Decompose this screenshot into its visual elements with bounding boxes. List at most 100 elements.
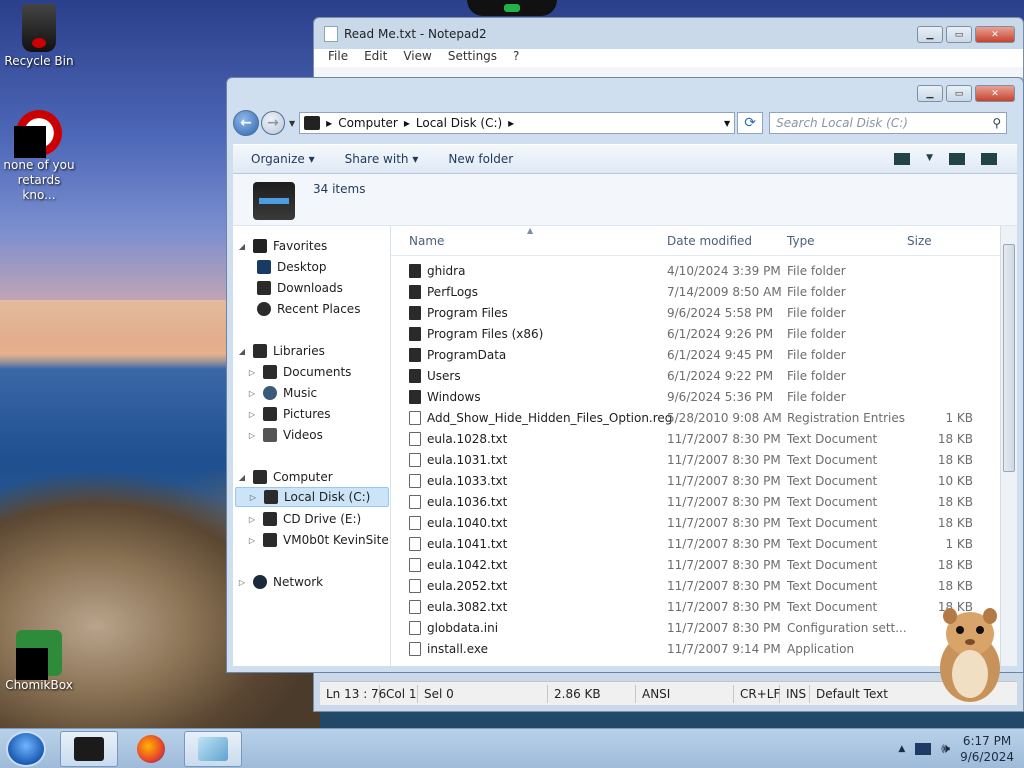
minimize-button[interactable]: ▁: [917, 85, 943, 102]
file-type: File folder: [787, 305, 846, 320]
file-row[interactable]: eula.1031.txt 11/7/2007 8:30 PM Text Docum…: [391, 449, 997, 470]
close-button[interactable]: ✕: [975, 85, 1015, 102]
expand-arrow-icon[interactable]: ▷: [247, 389, 257, 398]
search-icon[interactable]: ⚲: [992, 116, 1001, 130]
nav-cd-drive[interactable]: ▷ CD Drive (E:): [247, 509, 361, 529]
file-row[interactable]: Users 6/1/2024 9:22 PM File folder: [391, 365, 997, 386]
taskbar-firefox-button[interactable]: [122, 731, 180, 767]
expand-arrow-icon[interactable]: ◢: [237, 473, 247, 482]
nav-desktop[interactable]: Desktop: [257, 257, 327, 277]
maximize-button[interactable]: ▭: [946, 85, 972, 102]
file-row[interactable]: Program Files (x86) 6/1/2024 9:26 PM File …: [391, 323, 997, 344]
maximize-button[interactable]: ▭: [946, 26, 972, 43]
status-col: Col 1: [380, 684, 418, 703]
shortcut-opera[interactable]: none of you retards kno...: [0, 110, 78, 203]
file-row[interactable]: Add_Show_Hide_Hidden_Files_Option.reg 5/2…: [391, 407, 997, 428]
menu-view[interactable]: View: [403, 49, 431, 67]
nav-network[interactable]: ▷ Network: [237, 572, 323, 592]
file-row[interactable]: Program Files 9/6/2024 5:58 PM File folder: [391, 302, 997, 323]
nav-vm-share[interactable]: ▷ VM0b0t KevinSite: [247, 530, 389, 550]
new-folder-button[interactable]: New folder: [448, 152, 513, 166]
file-row[interactable]: eula.1036.txt 11/7/2007 8:30 PM Text Docum…: [391, 491, 997, 512]
column-date-modified[interactable]: Date modified: [667, 234, 752, 248]
expand-arrow-icon[interactable]: ▷: [247, 515, 257, 524]
nav-local-disk[interactable]: ▷ Local Disk (C:): [235, 487, 389, 507]
expand-arrow-icon[interactable]: ▷: [247, 368, 257, 377]
refresh-button[interactable]: ⟳: [737, 112, 764, 134]
menu-help[interactable]: ?: [513, 49, 519, 67]
nav-computer[interactable]: ◢ Computer: [237, 467, 333, 487]
clock[interactable]: 6:17 PM 9/6/2024: [960, 733, 1014, 765]
view-options-icon[interactable]: [894, 153, 911, 165]
share-with-button[interactable]: Share with ▾: [345, 152, 419, 166]
file-row[interactable]: install.exe11/7/2007 9:14 PMApplication8: [391, 638, 997, 659]
file-row[interactable]: eula.1040.txt 11/7/2007 8:30 PM Text Docum…: [391, 512, 997, 533]
menu-settings[interactable]: Settings: [448, 49, 497, 67]
column-type[interactable]: Type: [787, 234, 815, 248]
network-status-icon[interactable]: [915, 743, 932, 755]
breadcrumb-computer[interactable]: Computer: [338, 116, 398, 130]
address-bar[interactable]: ▸ Computer ▸ Local Disk (C:) ▸ ▼: [299, 112, 736, 134]
file-row[interactable]: PerfLogs 7/14/2009 8:50 AM File folder: [391, 281, 997, 302]
file-row[interactable]: eula.1042.txt 11/7/2007 8:30 PM Text Docum…: [391, 554, 997, 575]
help-icon[interactable]: [981, 153, 997, 165]
nav-favorites[interactable]: ◢ Favorites: [237, 236, 327, 256]
folder-icon: [409, 305, 421, 320]
nav-music[interactable]: ▷ Music: [247, 383, 317, 403]
expand-arrow-icon[interactable]: ▷: [247, 410, 257, 419]
preview-pane-icon[interactable]: [949, 153, 965, 165]
nav-recent-places[interactable]: Recent Places: [257, 299, 360, 319]
breadcrumb-arrow-icon[interactable]: ▸: [508, 116, 514, 130]
forward-button[interactable]: →: [261, 111, 285, 135]
shortcut-chomikbox[interactable]: ChomikBox: [0, 630, 78, 693]
expand-arrow-icon[interactable]: ▷: [248, 493, 258, 502]
taskbar-explorer-button[interactable]: [60, 731, 118, 767]
expand-arrow-icon[interactable]: ▷: [247, 431, 257, 440]
file-row[interactable]: ghidra 4/10/2024 3:39 PM File folder: [391, 260, 997, 281]
show-hidden-icons-icon[interactable]: ▲: [898, 744, 905, 754]
expand-arrow-icon[interactable]: ◢: [237, 242, 247, 251]
search-box[interactable]: Search Local Disk (C:) ⚲: [769, 112, 1008, 134]
view-dropdown-icon[interactable]: ▼: [926, 153, 933, 165]
expand-arrow-icon[interactable]: ▷: [237, 578, 247, 587]
file-row[interactable]: Windows 9/6/2024 5:36 PM File folder: [391, 386, 997, 407]
minimize-button[interactable]: ▁: [917, 26, 943, 43]
hamster-desktop-pet[interactable]: [930, 598, 1010, 706]
expand-arrow-icon[interactable]: ◢: [237, 347, 247, 356]
start-button[interactable]: [6, 731, 46, 767]
file-row[interactable]: eula.1041.txt 11/7/2007 8:30 PM Text Docum…: [391, 533, 997, 554]
taskbar-notepad-button[interactable]: [184, 731, 242, 767]
folder-icon: [409, 368, 421, 383]
scrollbar-thumb[interactable]: [1003, 244, 1015, 472]
nav-downloads[interactable]: Downloads: [257, 278, 343, 298]
nav-documents[interactable]: ▷ Documents: [247, 362, 351, 382]
recycle-bin-shortcut[interactable]: Recycle Bin: [0, 4, 78, 69]
recent-pages-dropdown[interactable]: ▼: [289, 119, 295, 128]
breadcrumb-arrow-icon[interactable]: ▸: [404, 116, 410, 130]
nav-libraries[interactable]: ◢ Libraries: [237, 341, 325, 361]
organize-button[interactable]: Organize ▾: [251, 152, 315, 166]
file-date-modified: 6/1/2024 9:45 PM: [667, 347, 774, 362]
menu-edit[interactable]: Edit: [364, 49, 387, 67]
file-row[interactable]: eula.2052.txt 11/7/2007 8:30 PM Text Docum…: [391, 575, 997, 596]
breadcrumb-arrow-icon[interactable]: ▸: [326, 116, 332, 130]
volume-icon[interactable]: 🕪: [941, 741, 950, 757]
back-button[interactable]: ←: [233, 110, 259, 136]
close-button[interactable]: ✕: [975, 26, 1015, 43]
column-name[interactable]: Name: [409, 234, 444, 248]
menu-file[interactable]: File: [328, 49, 348, 67]
file-row[interactable]: ProgramData 6/1/2024 9:45 PM File folder: [391, 344, 997, 365]
file-row[interactable]: globdata.ini 11/7/2007 8:30 PM Configurati…: [391, 617, 997, 638]
file-row[interactable]: eula.1033.txt 11/7/2007 8:30 PM Text Docum…: [391, 470, 997, 491]
expand-arrow-icon[interactable]: ▷: [247, 536, 257, 545]
column-size[interactable]: Size: [907, 234, 932, 248]
camera-notch: [467, 0, 557, 16]
nav-videos[interactable]: ▷ Videos: [247, 425, 323, 445]
nav-pictures[interactable]: ▷ Pictures: [247, 404, 331, 424]
file-date-modified: 11/7/2007 8:30 PM: [667, 515, 781, 530]
file-row[interactable]: eula.1028.txt 11/7/2007 8:30 PM Text Docum…: [391, 428, 997, 449]
file-row[interactable]: eula.3082.txt 11/7/2007 8:30 PM Text Docum…: [391, 596, 997, 617]
breadcrumb-local-disk[interactable]: Local Disk (C:): [416, 116, 502, 130]
address-dropdown-icon[interactable]: ▼: [724, 119, 730, 128]
explorer-window[interactable]: ▁ ▭ ✕ ← → ▼ ▸ Computer ▸ Local Disk (C:)…: [226, 77, 1024, 673]
